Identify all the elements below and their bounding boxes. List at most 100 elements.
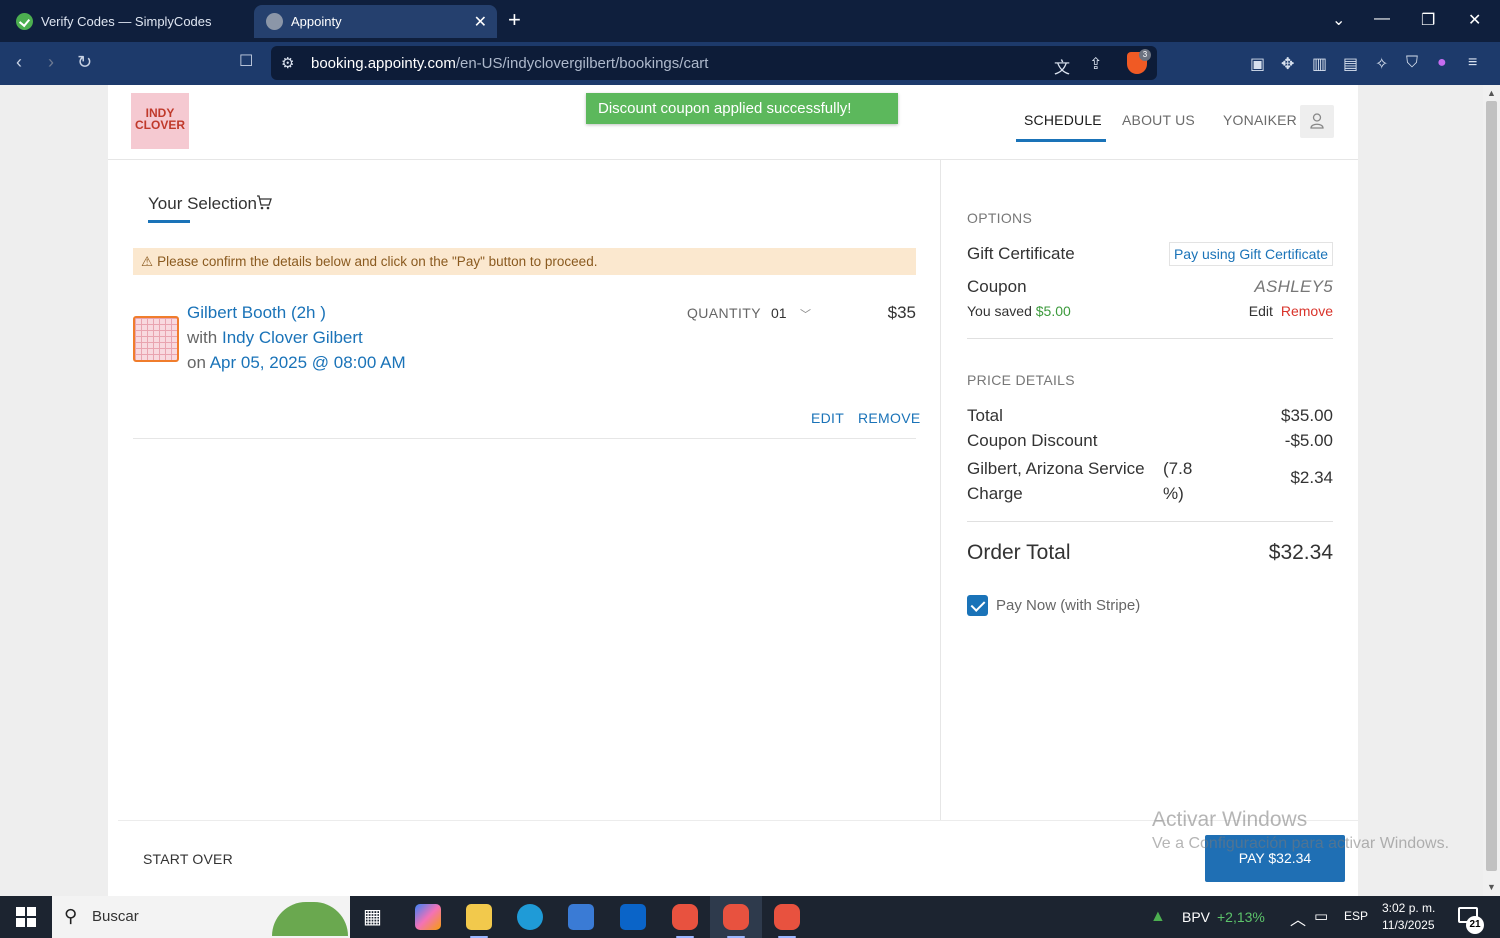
page-scrollbar[interactable]: ▲ ▼ xyxy=(1483,85,1500,896)
brave-icon-3[interactable] xyxy=(774,904,800,930)
scroll-up-icon[interactable]: ▲ xyxy=(1487,88,1496,98)
tab-title: Verify Codes — SimplyCodes xyxy=(41,14,212,29)
extensions-puzzle-icon[interactable]: ✥ xyxy=(1281,54,1294,74)
brave-icon-2[interactable] xyxy=(723,904,749,930)
pay-with-gift-certificate-button[interactable]: Pay using Gift Certificate xyxy=(1169,242,1333,266)
back-icon[interactable]: ‹ xyxy=(16,52,22,72)
bookmark-icon[interactable]: ☐ xyxy=(239,52,253,72)
price-divider xyxy=(967,521,1333,522)
site-settings-icon[interactable]: ⚙ xyxy=(281,54,294,72)
share-icon[interactable]: ⇪ xyxy=(1089,54,1102,74)
stock-name[interactable]: BPV xyxy=(1182,909,1210,925)
total-label: Total xyxy=(967,406,1003,425)
windows-start-icon[interactable] xyxy=(16,907,36,927)
store-icon[interactable] xyxy=(568,904,594,930)
edge-icon[interactable] xyxy=(517,904,543,930)
url-text[interactable]: booking.appointy.com/en-US/indyclovergil… xyxy=(311,55,708,72)
nav-user-name[interactable]: YONAIKER xyxy=(1223,112,1297,128)
pay-now-checkbox[interactable] xyxy=(967,595,988,616)
profile-icon[interactable]: ● xyxy=(1437,54,1447,72)
taskbar-clock[interactable]: 3:02 p. m. 11/3/2025 xyxy=(1382,900,1435,934)
options-divider xyxy=(967,338,1333,339)
translate-icon[interactable]: 文 xyxy=(1054,54,1070,78)
active-nav-underline xyxy=(1016,139,1106,142)
pay-now-label[interactable]: Pay Now (with Stripe) xyxy=(996,597,1140,614)
taskbar-search[interactable]: ⚲ Buscar xyxy=(52,896,350,938)
tab-simplycodes[interactable]: Verify Codes — SimplyCodes xyxy=(8,5,248,38)
close-tab-icon[interactable]: ✕ xyxy=(474,12,487,32)
shield-count-badge: 3 xyxy=(1139,49,1151,61)
sidebar-icon[interactable]: ▥ xyxy=(1312,54,1327,74)
wallet-icon[interactable]: ▤ xyxy=(1343,54,1358,74)
user-avatar-button[interactable] xyxy=(1300,105,1334,138)
search-icon: ⚲ xyxy=(64,906,78,926)
selection-panel: Your Selection ⚠ Please confirm the detai… xyxy=(108,160,941,820)
windows-taskbar: ⚲ Buscar ▦ ▲ BPV +2,13% ︿ ▭ ESP 3:02 p. … xyxy=(0,896,1500,938)
booking-card: INDY CLOVER Discount coupon applied succ… xyxy=(108,85,1358,896)
vpn-shield-icon[interactable]: ⛉ xyxy=(1406,54,1418,72)
extension-s-icon[interactable]: ▣ xyxy=(1250,54,1265,74)
booth-thumbnail xyxy=(133,316,179,362)
service-name-link[interactable]: Gilbert Booth (2h ) xyxy=(187,303,326,323)
gift-certificate-label: Gift Certificate xyxy=(967,244,1075,263)
brave-icon-1[interactable] xyxy=(672,904,698,930)
coupon-label: Coupon xyxy=(967,277,1027,296)
site-header: INDY CLOVER Discount coupon applied succ… xyxy=(108,85,1358,160)
web-page: INDY CLOVER Discount coupon applied succ… xyxy=(0,85,1500,896)
activate-windows-subtitle: Ve a Configuración para activar Windows. xyxy=(1152,835,1450,852)
selection-underline xyxy=(148,220,190,223)
coupon-actions: Edit Remove xyxy=(1249,303,1333,319)
copilot-icon[interactable] xyxy=(415,904,441,930)
nav-schedule[interactable]: SCHEDULE xyxy=(1024,112,1102,128)
close-window-icon[interactable]: ✕ xyxy=(1468,10,1481,30)
indy-clover-logo[interactable]: INDY CLOVER xyxy=(131,93,189,149)
tab-search-chevron-icon[interactable]: ⌄ xyxy=(1332,10,1345,30)
minimize-icon[interactable]: — xyxy=(1374,10,1390,28)
service-charge-label: Gilbert, Arizona Service Charge xyxy=(967,459,1145,503)
menu-hamburger-icon[interactable]: ≡ xyxy=(1468,54,1477,72)
clock-date: 11/3/2025 xyxy=(1382,918,1435,932)
nav-about-us[interactable]: ABOUT US xyxy=(1122,112,1195,128)
simplycodes-favicon-icon xyxy=(16,13,33,30)
tray-expand-icon[interactable]: ︿ xyxy=(1290,906,1306,930)
stock-trend-icon: ▲ xyxy=(1150,908,1166,925)
remove-item-button[interactable]: REMOVE xyxy=(858,410,920,426)
search-highlight-image xyxy=(272,902,348,936)
file-explorer-icon[interactable] xyxy=(466,904,492,930)
reload-icon[interactable]: ↻ xyxy=(77,52,92,72)
edit-item-button[interactable]: EDIT xyxy=(811,410,844,426)
outlook-icon[interactable] xyxy=(620,904,646,930)
network-icon[interactable]: ▭ xyxy=(1314,907,1328,925)
quantity-select[interactable]: 01 xyxy=(771,305,787,321)
saved-amount: $5.00 xyxy=(1035,303,1071,319)
service-charge-rate: (7.8 %) xyxy=(1163,459,1193,503)
activate-windows-title: Activar Windows xyxy=(1152,808,1308,831)
scroll-down-icon[interactable]: ▼ xyxy=(1487,882,1496,892)
provider-link[interactable]: Indy Clover Gilbert xyxy=(222,328,363,347)
remove-coupon-link[interactable]: Remove xyxy=(1281,303,1333,319)
order-summary-panel: OPTIONS Gift Certificate Pay using Gift … xyxy=(967,160,1333,820)
options-heading: OPTIONS xyxy=(967,210,1033,226)
coupon-discount-label: Coupon Discount xyxy=(967,431,1098,450)
scroll-thumb[interactable] xyxy=(1486,101,1497,871)
user-icon xyxy=(1310,113,1324,129)
tab-appointy[interactable]: Appointy ✕ xyxy=(254,5,497,38)
restore-window-icon[interactable]: ❐ xyxy=(1421,10,1435,30)
provider-line: with Indy Clover Gilbert xyxy=(187,328,363,347)
browser-toolbar: ‹ › ↻ ☐ ⚙ booking.appointy.com/en-US/ind… xyxy=(0,42,1500,85)
price-details-heading: PRICE DETAILS xyxy=(967,372,1075,388)
you-saved-text: You saved $5.00 xyxy=(967,303,1071,319)
forward-icon[interactable]: › xyxy=(48,52,54,72)
chevron-down-icon[interactable]: ﹀ xyxy=(800,306,811,322)
warning-icon: ⚠ xyxy=(141,254,154,269)
leo-ai-icon[interactable]: ✧ xyxy=(1375,54,1388,74)
task-view-icon[interactable]: ▦ xyxy=(363,904,389,930)
language-indicator[interactable]: ESP xyxy=(1344,909,1368,923)
total-value: $35.00 xyxy=(1281,406,1333,425)
start-over-button[interactable]: START OVER xyxy=(143,851,233,867)
booking-datetime: Apr 05, 2025 @ 08:00 AM xyxy=(209,353,406,372)
edit-coupon-link[interactable]: Edit xyxy=(1249,303,1273,319)
new-tab-plus-icon[interactable]: + xyxy=(508,9,521,31)
address-bar[interactable]: ⚙ booking.appointy.com/en-US/indycloverg… xyxy=(271,46,1157,80)
search-placeholder: Buscar xyxy=(92,908,139,925)
